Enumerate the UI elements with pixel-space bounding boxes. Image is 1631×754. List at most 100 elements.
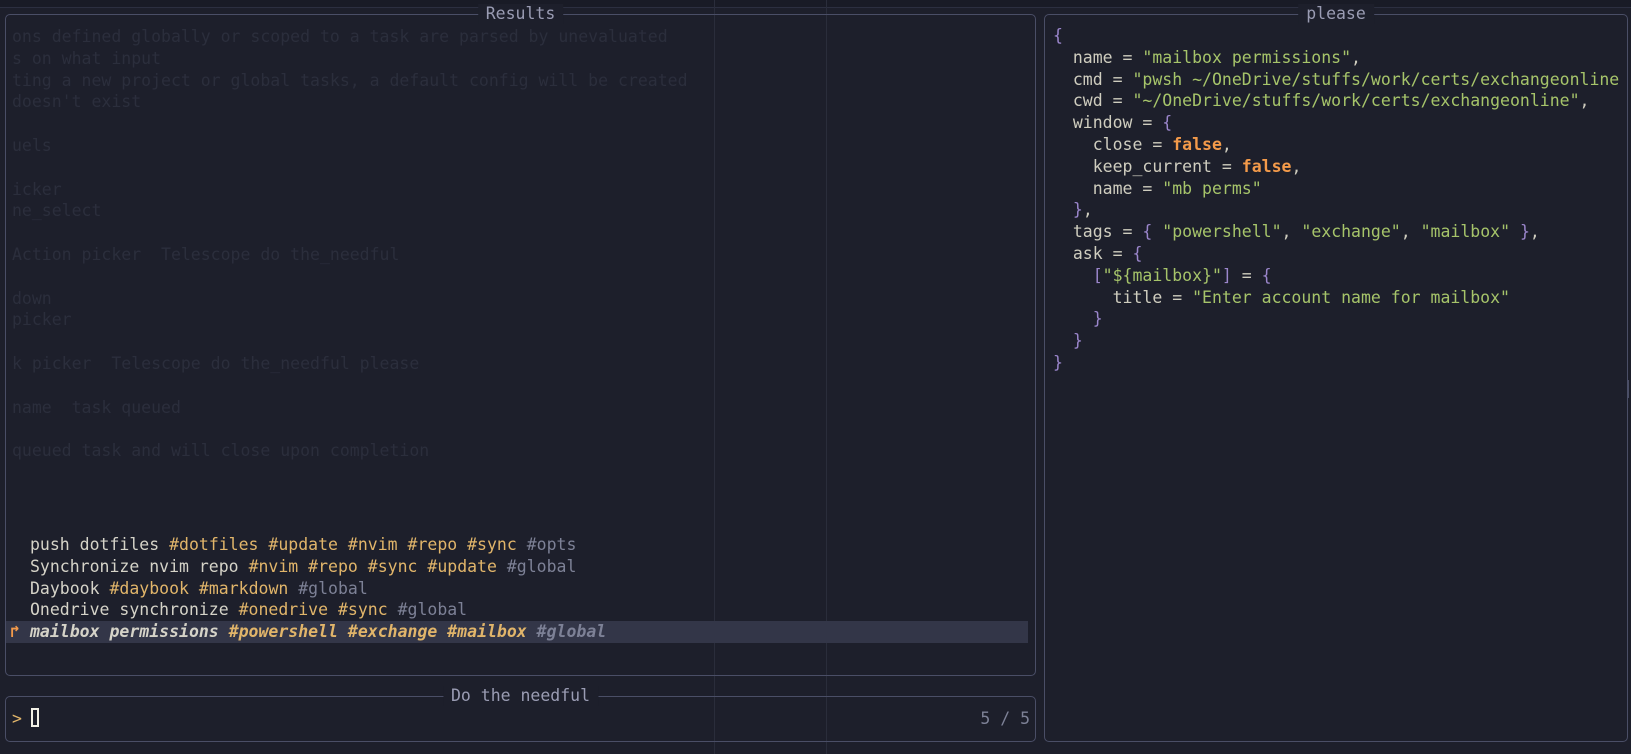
task-name: Onedrive synchronize (30, 600, 229, 620)
code-token: , (1291, 156, 1302, 176)
preview-panel: please { name = "mailbox permissions", c… (1044, 4, 1628, 742)
task-name: Synchronize nvim repo (30, 556, 239, 576)
task-scope: #global (506, 556, 577, 576)
code-token: cmd (1053, 69, 1103, 89)
code-line: cmd = "pwsh ~/OneDrive/stuffs/work/certs… (1053, 69, 1619, 91)
preview-panel-title: please (1298, 4, 1374, 24)
task-tag: #dotfiles (169, 535, 259, 554)
code-token: = (1231, 265, 1262, 285)
task-tag: #sync (467, 535, 517, 554)
code-token: = (1162, 287, 1193, 307)
code-token: "${mailbox}" (1102, 265, 1222, 285)
code-line: title = "Enter account name for mailbox" (1053, 287, 1619, 309)
code-token: "mb perms" (1162, 178, 1262, 198)
code-token: "powershell" (1162, 222, 1282, 242)
task-tag: #daybook (109, 578, 189, 598)
code-token: false (1172, 134, 1222, 154)
code-token: { (1142, 222, 1163, 242)
code-token: [ (1053, 265, 1103, 285)
code-line: cwd = "~/OneDrive/stuffs/work/certs/exch… (1053, 90, 1619, 112)
code-token: = (1102, 69, 1133, 89)
prompt-panel[interactable]: Do the needful > 5 / 5 (5, 686, 1036, 742)
code-token: close (1053, 134, 1143, 154)
code-line: window = { (1053, 112, 1619, 134)
code-token: keep_current (1053, 156, 1212, 176)
code-token: } (1053, 352, 1063, 372)
code-token: } (1053, 309, 1103, 329)
prompt-input-cursor[interactable] (31, 708, 39, 727)
result-row[interactable]: Onedrive synchronize #onedrive #sync #gl… (6, 599, 1028, 621)
code-token: { (1261, 265, 1272, 285)
task-scope: #global (397, 600, 468, 620)
code-token: tags (1053, 222, 1113, 242)
code-line: ["${mailbox}"] = { (1053, 265, 1619, 287)
code-token: false (1241, 156, 1292, 176)
code-token: , (1579, 91, 1590, 111)
task-name: mailbox permissions (30, 622, 219, 642)
results-panel: Results push dotfiles #dotfiles #update … (5, 4, 1036, 676)
code-token: , (1351, 47, 1361, 67)
code-line: name = "mb perms" (1053, 178, 1619, 200)
code-token: name (1053, 178, 1133, 198)
code-token: name (1053, 47, 1113, 67)
code-token: , (1400, 222, 1421, 242)
prompt-symbol: > (12, 709, 22, 728)
code-line: { (1053, 25, 1619, 47)
code-line: close = false, (1053, 134, 1619, 156)
code-token: } (1053, 331, 1083, 351)
code-token: "Enter account name for mailbox" (1192, 287, 1510, 307)
preview-code: { name = "mailbox permissions", cmd = "p… (1053, 25, 1619, 374)
result-row[interactable]: Synchronize nvim repo #nvim #repo #sync … (6, 556, 1028, 578)
code-token: ] (1221, 265, 1232, 285)
task-tag: #nvim (347, 535, 398, 554)
code-token: } (1053, 200, 1083, 220)
code-line: }, (1053, 199, 1619, 221)
selected-result-row[interactable]: ↱ mailbox permissions #powershell #exchan… (6, 621, 1028, 643)
code-token: { (1053, 26, 1063, 45)
code-line: } (1053, 330, 1619, 352)
task-name: push dotfiles (30, 535, 160, 554)
code-token: ask (1053, 243, 1103, 263)
task-tag: #repo (407, 535, 458, 554)
code-token: "exchange" (1301, 222, 1401, 242)
code-line: keep_current = false, (1053, 156, 1619, 178)
task-tag: #update (427, 556, 497, 576)
code-line: ask = { (1053, 243, 1619, 265)
code-line: name = "mailbox permissions", (1053, 47, 1619, 69)
code-token: = (1112, 222, 1143, 242)
task-tag: #mailbox (447, 622, 527, 642)
task-tag: #markdown (198, 578, 289, 598)
code-token: = (1142, 134, 1173, 154)
code-token: { (1132, 243, 1143, 263)
code-line: } (1053, 308, 1619, 330)
code-token: , (1221, 134, 1232, 154)
code-line: tags = { "powershell", "exchange", "mail… (1053, 221, 1619, 243)
code-token: cwd (1053, 91, 1103, 111)
code-token: = (1211, 156, 1242, 176)
code-token: = (1132, 113, 1163, 133)
task-tag: #sync (337, 600, 388, 620)
results-panel-title: Results (477, 4, 564, 24)
task-tag: #update (268, 535, 338, 554)
window-edge-marker (1627, 380, 1629, 398)
selection-caret-icon: ↱ (10, 622, 20, 642)
prompt-panel-title: Do the needful (442, 686, 599, 706)
result-row[interactable]: Daybook #daybook #markdown #global (6, 578, 1028, 600)
task-tag: #repo (308, 556, 358, 576)
code-token: { (1162, 113, 1173, 133)
code-token: = (1132, 178, 1163, 198)
code-token: , (1529, 222, 1540, 242)
code-token: window (1053, 113, 1133, 133)
task-tag: #nvim (248, 556, 299, 576)
result-row[interactable]: push dotfiles #dotfiles #update #nvim #r… (6, 534, 1028, 556)
code-token: title (1053, 287, 1163, 307)
code-token: , (1082, 200, 1093, 220)
code-line: } (1053, 352, 1619, 374)
code-token: = (1102, 243, 1133, 263)
code-token: } (1510, 222, 1530, 242)
code-token: "~/OneDrive/stuffs/work/certs/exchangeon… (1132, 91, 1580, 111)
task-tag: #exchange (347, 622, 438, 642)
code-token: = (1112, 47, 1143, 67)
task-scope: #opts (526, 535, 577, 554)
task-tag: #powershell (228, 622, 338, 642)
